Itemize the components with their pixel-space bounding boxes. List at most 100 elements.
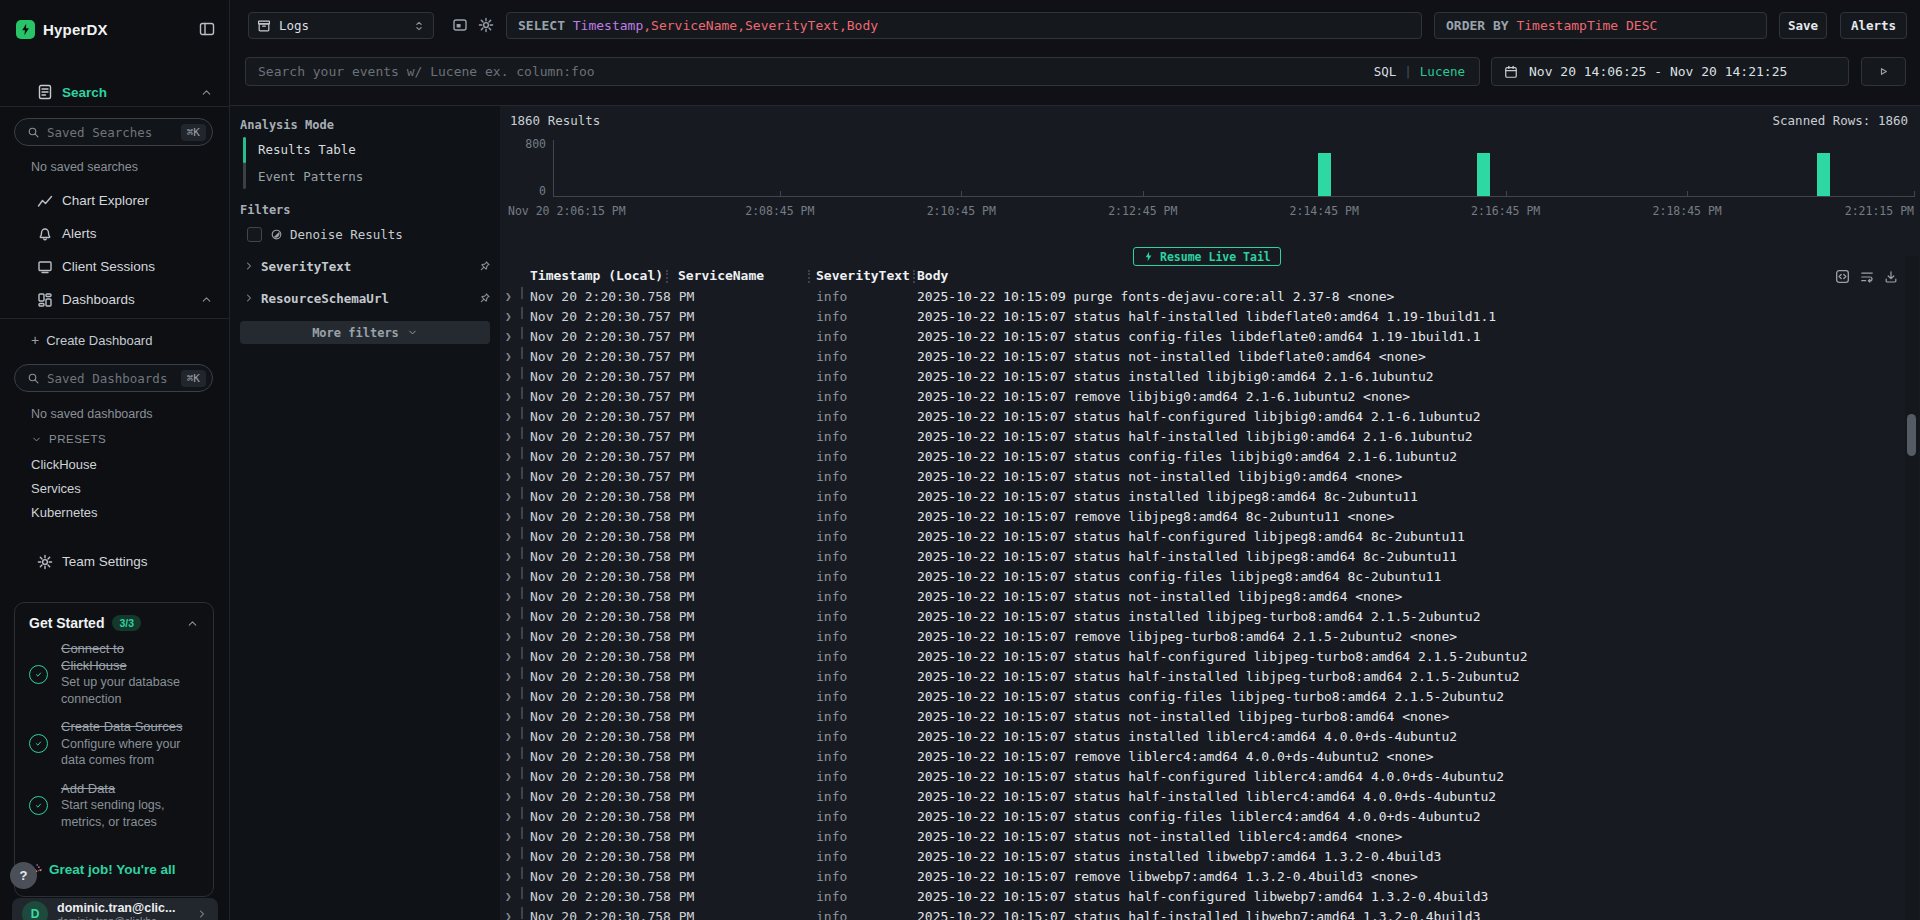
table-row[interactable]: ❯Nov 20 2:20:30.757 PMinfo2025-10-22 10:…	[500, 367, 1920, 387]
table-row[interactable]: ❯Nov 20 2:20:30.758 PMinfo2025-10-22 10:…	[500, 627, 1920, 647]
table-row[interactable]: ❯Nov 20 2:20:30.758 PMinfo2025-10-22 10:…	[500, 707, 1920, 727]
search-input[interactable]: Search your events w/ Lucene ex. column:…	[245, 57, 1480, 86]
table-row[interactable]: ❯Nov 20 2:20:30.757 PMinfo2025-10-22 10:…	[500, 347, 1920, 367]
sidebar-item-dashboards[interactable]: Dashboards	[0, 283, 229, 316]
expand-row-icon[interactable]: ❯	[505, 567, 512, 587]
expand-row-icon[interactable]: ❯	[505, 867, 512, 887]
expand-row-icon[interactable]: ❯	[505, 707, 512, 727]
table-row[interactable]: ❯Nov 20 2:20:30.758 PMinfo2025-10-22 10:…	[500, 547, 1920, 567]
expand-row-icon[interactable]: ❯	[505, 607, 512, 627]
query-language-toggle[interactable]: SQL | Lucene	[1374, 64, 1465, 79]
sidebar-item-alerts[interactable]: Alerts	[0, 217, 229, 250]
preset-kubernetes[interactable]: Kubernetes	[0, 500, 229, 524]
expand-row-icon[interactable]: ❯	[505, 627, 512, 647]
table-row[interactable]: ❯Nov 20 2:20:30.758 PMinfo2025-10-22 10:…	[500, 687, 1920, 707]
run-query-button[interactable]	[1861, 57, 1906, 86]
preset-services[interactable]: Services	[0, 476, 229, 500]
column-separator[interactable]	[913, 270, 915, 283]
histogram-bar[interactable]	[1477, 153, 1490, 196]
expand-row-icon[interactable]: ❯	[505, 507, 512, 527]
chevron-up-icon[interactable]	[200, 86, 213, 99]
chevron-up-icon[interactable]	[186, 617, 199, 630]
table-row[interactable]: ❯Nov 20 2:20:30.758 PMinfo2025-10-22 10:…	[500, 767, 1920, 787]
table-row[interactable]: ❯Nov 20 2:20:30.758 PMinfo2025-10-22 10:…	[500, 747, 1920, 767]
table-row[interactable]: ❯Nov 20 2:20:30.757 PMinfo2025-10-22 10:…	[500, 307, 1920, 327]
table-row[interactable]: ❯Nov 20 2:20:30.758 PMinfo2025-10-22 10:…	[500, 867, 1920, 887]
column-header-body[interactable]: Body	[917, 268, 948, 283]
column-header-timestamp-local-[interactable]: Timestamp (Local)	[530, 268, 663, 283]
expand-row-icon[interactable]: ❯	[505, 427, 512, 447]
column-header-servicename[interactable]: ServiceName	[678, 268, 764, 283]
table-row[interactable]: ❯Nov 20 2:20:30.758 PMinfo2025-10-22 10:…	[500, 507, 1920, 527]
expand-row-icon[interactable]: ❯	[505, 647, 512, 667]
analysis-mode-event-patterns[interactable]: Event Patterns	[243, 163, 363, 190]
expand-row-icon[interactable]: ❯	[505, 787, 512, 807]
alerts-button[interactable]: Alerts	[1840, 12, 1907, 39]
table-row[interactable]: ❯Nov 20 2:20:30.757 PMinfo2025-10-22 10:…	[500, 407, 1920, 427]
expand-row-icon[interactable]: ❯	[505, 487, 512, 507]
table-row[interactable]: ❯Nov 20 2:20:30.758 PMinfo2025-10-22 10:…	[500, 907, 1920, 920]
denoise-checkbox[interactable]	[247, 227, 262, 242]
expand-row-icon[interactable]: ❯	[505, 307, 512, 327]
scrollbar-track[interactable]	[1905, 256, 1919, 920]
get-started-item[interactable]: Connect to ClickHouseSet up your databas…	[29, 641, 199, 707]
expand-row-icon[interactable]: ❯	[505, 747, 512, 767]
sidebar-item-client-sessions[interactable]: Client Sessions	[0, 250, 229, 283]
get-started-item[interactable]: Create Data SourcesConfigure where your …	[29, 719, 199, 769]
histogram-bar[interactable]	[1318, 153, 1331, 196]
get-started-header[interactable]: Get Started 3/3	[29, 615, 199, 631]
table-row[interactable]: ❯Nov 20 2:20:30.758 PMinfo2025-10-22 10:…	[500, 647, 1920, 667]
mode-lucene[interactable]: Lucene	[1420, 64, 1465, 79]
sidebar-section-search[interactable]: Search	[0, 78, 229, 106]
time-range-picker[interactable]: Nov 20 14:06:25 - Nov 20 14:21:25	[1491, 57, 1849, 86]
user-profile[interactable]: D dominic.tran@clic... dominic.tran@clic…	[12, 898, 218, 920]
expand-row-icon[interactable]: ❯	[505, 287, 512, 307]
table-row[interactable]: ❯Nov 20 2:20:30.758 PMinfo2025-10-22 10:…	[500, 727, 1920, 747]
expand-row-icon[interactable]: ❯	[505, 687, 512, 707]
help-button[interactable]: ?	[10, 862, 37, 889]
preset-clickhouse[interactable]: ClickHouse	[0, 452, 229, 476]
chevron-up-icon[interactable]	[200, 293, 213, 306]
gear-icon[interactable]	[478, 17, 494, 33]
expand-row-icon[interactable]: ❯	[505, 907, 512, 920]
table-row[interactable]: ❯Nov 20 2:20:30.758 PMinfo2025-10-22 10:…	[500, 567, 1920, 587]
table-row[interactable]: ❯Nov 20 2:20:30.758 PMinfo2025-10-22 10:…	[500, 847, 1920, 867]
filter-group-resourceschemaurl[interactable]: ResourceSchemaUrl	[243, 288, 491, 308]
expand-row-icon[interactable]: ❯	[505, 347, 512, 367]
table-row[interactable]: ❯Nov 20 2:20:30.758 PMinfo2025-10-22 10:…	[500, 487, 1920, 507]
sidebar-item-team-settings[interactable]: Team Settings	[0, 545, 229, 578]
table-row[interactable]: ❯Nov 20 2:20:30.758 PMinfo2025-10-22 10:…	[500, 667, 1920, 687]
expand-row-icon[interactable]: ❯	[505, 587, 512, 607]
table-row[interactable]: ❯Nov 20 2:20:30.758 PMinfo2025-10-22 10:…	[500, 287, 1920, 307]
saved-searches-input[interactable]: Saved Searches ⌘K	[14, 118, 213, 146]
expand-row-icon[interactable]: ❯	[505, 367, 512, 387]
filter-group-severitytext[interactable]: SeverityText	[243, 256, 491, 276]
expand-row-icon[interactable]: ❯	[505, 847, 512, 867]
expand-row-icon[interactable]: ❯	[505, 447, 512, 467]
save-button[interactable]: Save	[1779, 12, 1827, 39]
collapse-sidebar-icon[interactable]	[199, 21, 215, 37]
expand-row-icon[interactable]: ❯	[505, 387, 512, 407]
more-filters-button[interactable]: More filters	[240, 321, 490, 344]
expand-row-icon[interactable]: ❯	[505, 667, 512, 687]
analysis-mode-results-table[interactable]: Results Table	[243, 136, 363, 163]
pin-icon[interactable]	[478, 260, 491, 273]
get-started-item[interactable]: Add DataStart sending logs, metrics, or …	[29, 781, 199, 831]
expand-row-icon[interactable]: ❯	[505, 327, 512, 347]
scrollbar-thumb[interactable]	[1907, 414, 1916, 456]
sql-select-editor[interactable]: SELECT Timestamp,ServiceName,SeverityTex…	[506, 12, 1422, 39]
source-select[interactable]: Logs	[248, 12, 434, 39]
saved-dashboards-input[interactable]: Saved Dashboards ⌘K	[14, 364, 213, 392]
table-row[interactable]: ❯Nov 20 2:20:30.757 PMinfo2025-10-22 10:…	[500, 327, 1920, 347]
order-by-editor[interactable]: ORDER BY TimestampTime DESC	[1434, 12, 1767, 39]
resume-live-tail-button[interactable]: Resume Live Tail	[1133, 247, 1281, 266]
histogram-bar[interactable]	[1817, 153, 1830, 196]
expand-row-icon[interactable]: ❯	[505, 527, 512, 547]
expand-row-icon[interactable]: ❯	[505, 767, 512, 787]
column-separator[interactable]	[666, 270, 668, 283]
mode-sql[interactable]: SQL	[1374, 64, 1397, 79]
table-row[interactable]: ❯Nov 20 2:20:30.758 PMinfo2025-10-22 10:…	[500, 787, 1920, 807]
create-dashboard-button[interactable]: + Create Dashboard	[31, 332, 152, 348]
table-row[interactable]: ❯Nov 20 2:20:30.757 PMinfo2025-10-22 10:…	[500, 467, 1920, 487]
table-row[interactable]: ❯Nov 20 2:20:30.758 PMinfo2025-10-22 10:…	[500, 527, 1920, 547]
